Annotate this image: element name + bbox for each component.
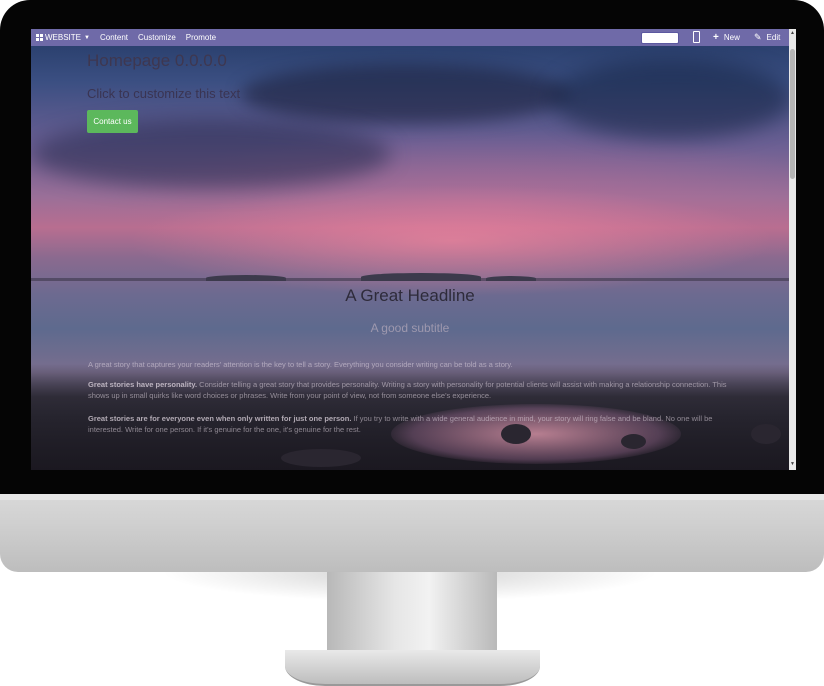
page-title: Homepage 0.0.0.0: [87, 51, 227, 70]
page-subtitle: Click to customize this text: [87, 86, 241, 101]
scroll-up-arrow-icon[interactable]: ▲: [790, 30, 795, 36]
section-subheadline: A good subtitle: [370, 321, 450, 335]
monitor-stand-foot: [285, 650, 540, 686]
website-topbar: WEBSITE ▼ Content Customize Promote + Ne…: [31, 29, 789, 46]
background-cloud: [551, 59, 791, 139]
plus-icon: +: [713, 32, 719, 43]
edit-button[interactable]: ✎ Edit: [754, 29, 780, 46]
scroll-down-arrow-icon[interactable]: ▼: [790, 461, 795, 467]
monitor-stand-neck: [327, 572, 497, 652]
website-app-label: WEBSITE: [45, 33, 82, 42]
menu-content[interactable]: Content: [95, 29, 133, 46]
contact-us-button[interactable]: Contact us: [87, 110, 138, 133]
new-button[interactable]: + New: [713, 29, 740, 46]
background-island: [361, 273, 481, 281]
paragraph-text: A great story that captures your readers…: [88, 360, 513, 369]
paragraph-lead: Great stories are for everyone even when…: [88, 414, 352, 423]
monitor-chin-highlight: [0, 494, 824, 500]
edit-button-label: Edit: [766, 33, 781, 42]
background-stone: [621, 434, 646, 449]
story-paragraph: Great stories have personality. Consider…: [88, 379, 728, 401]
caret-down-icon: ▼: [84, 34, 90, 41]
screen: WEBSITE ▼ Content Customize Promote + Ne…: [31, 29, 796, 470]
website-app-menu[interactable]: WEBSITE ▼: [31, 29, 95, 46]
new-button-label: New: [723, 33, 740, 42]
scrollbar-thumb[interactable]: [790, 49, 795, 179]
background-island: [206, 275, 286, 281]
background-island: [486, 276, 536, 281]
background-cloud: [241, 64, 571, 124]
menu-customize[interactable]: Customize: [133, 29, 181, 46]
section-headline: A Great Headline: [345, 286, 475, 305]
search-input[interactable]: [641, 32, 679, 44]
story-paragraph: A great story that captures your readers…: [88, 359, 728, 370]
paragraph-lead: Great stories have personality.: [88, 380, 198, 389]
background-cloud: [31, 119, 391, 189]
pencil-icon: ✎: [754, 32, 762, 42]
mobile-preview-icon[interactable]: [693, 31, 700, 43]
background-stone: [751, 424, 781, 444]
monitor-chin: [0, 494, 824, 572]
apps-grid-icon: [36, 34, 43, 41]
background-stone: [281, 449, 361, 467]
vertical-scrollbar[interactable]: ▲ ▼: [789, 29, 796, 470]
story-paragraph: Great stories are for everyone even when…: [88, 413, 728, 435]
menu-promote[interactable]: Promote: [181, 29, 221, 46]
